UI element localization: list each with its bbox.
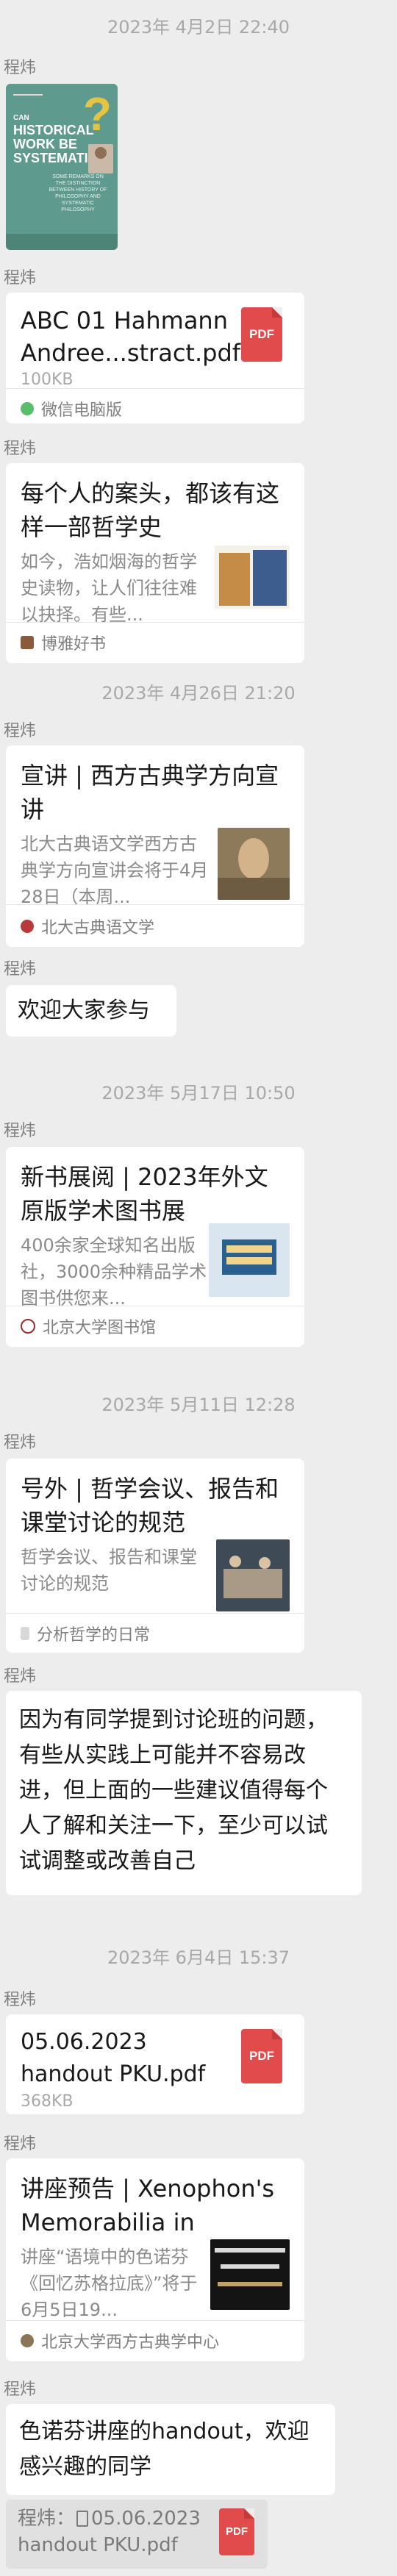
pdf-icon: PDF (241, 307, 282, 362)
text-message[interactable]: 欢迎大家参与 (6, 985, 176, 1037)
sender-name: 程炜 (4, 1991, 37, 2009)
article-source: 北京大学西方古典学中心 (21, 2329, 219, 2353)
poster-title-line: SYSTEMATIC (13, 151, 98, 165)
file-name: 05.06.2023 handout PKU.pdf (21, 2029, 206, 2087)
article-source: 分析哲学的日常 (21, 1622, 150, 1645)
publisher-icon (21, 920, 34, 933)
article-title: 每个人的案头，都该有这样一部哲学史 (21, 479, 280, 541)
timestamp: 2023年 4月2日 22:40 (107, 17, 290, 37)
timestamp: 2023年 5月11日 12:28 (101, 1395, 296, 1415)
wechat-icon (21, 402, 34, 415)
sender-name: 程炜 (4, 1667, 37, 1686)
article-thumbnail (218, 828, 290, 900)
article-card[interactable]: 每个人的案头，都该有这样一部哲学史 如今，浩如烟海的哲学史读物，让人们往往难以抉… (6, 463, 304, 663)
article-card[interactable]: 宣讲 | 西方古典学方向宣讲 北大古典语文学西方古典学方向宣讲会将于4月28日（… (6, 745, 304, 947)
timestamp: 2023年 6月4日 15:37 (107, 1947, 290, 1968)
article-source-label: 北京大学图书馆 (43, 1319, 157, 1337)
article-title: 宣讲 | 西方古典学方向宣讲 (21, 762, 279, 823)
sender-name: 程炜 (4, 269, 37, 287)
article-source: 北大古典语文学 (21, 915, 154, 938)
publisher-icon (21, 2334, 34, 2347)
quote-prefix: 程炜： (18, 2508, 76, 2530)
poster-title-line: HISTORICAL (13, 123, 94, 137)
sender-name: 程炜 (4, 2380, 37, 2399)
sender-name: 程炜 (4, 1434, 37, 1452)
article-desc: 如今，浩如烟海的哲学史读物，让人们往往难以抉择。有些... (21, 551, 197, 625)
text-message[interactable]: 色诺芬讲座的handout，欢迎感兴趣的同学 (6, 2404, 335, 2495)
divider (6, 2320, 304, 2321)
poster-image[interactable]: ? CAN HISTORICAL WORK BE SYSTEMATIC SOME… (6, 84, 118, 250)
timestamp: 2023年 5月17日 10:50 (101, 1083, 296, 1103)
chat-feed: 2023年 4月2日 22:40 程炜 ? CAN HISTORICAL WOR… (0, 0, 397, 2576)
divider (6, 622, 304, 623)
article-source-label: 博雅好书 (41, 635, 107, 654)
file-size: 100KB (21, 371, 74, 389)
article-thumbnail (210, 2239, 290, 2310)
timestamp: 2023年 4月26日 21:20 (101, 683, 296, 704)
divider (6, 388, 304, 389)
article-title: 新书展阅 | 2023年外文原版学术图书展 (21, 1163, 268, 1225)
doc-icon (76, 2511, 89, 2527)
text-message[interactable]: 因为有同学提到讨论班的问题，有些从实践上可能并不容易改进，但上面的一些建议值得每… (6, 1691, 362, 1895)
poster-title-line: CAN (13, 114, 29, 122)
file-message[interactable]: ABC 01 Hahmann Andree...stract.pdf 100KB… (6, 293, 304, 423)
poster-title-line: WORK BE (13, 137, 77, 151)
divider (6, 904, 304, 905)
article-source-label: 北大古典语文学 (41, 919, 155, 937)
file-source-label: 微信电脑版 (41, 401, 123, 420)
article-thumbnail (216, 1539, 290, 1611)
article-desc: 北大古典语文学西方古典学方向宣讲会将于4月28日（本周... (21, 834, 209, 907)
article-source: 北京大学图书馆 (21, 1314, 156, 1338)
publisher-icon (21, 1627, 29, 1640)
sender-name: 程炜 (4, 2135, 37, 2153)
article-thumbnail (215, 545, 290, 609)
article-desc: 讲座“语境中的色诺芬《回忆苏格拉底》”将于6月5日19... (21, 2247, 198, 2320)
file-name: ABC 01 Hahmann Andree...stract.pdf (21, 307, 241, 367)
article-card[interactable]: 讲座预告 | Xenophon's Memorabilia in Context… (6, 2158, 304, 2361)
article-source: 博雅好书 (21, 631, 106, 654)
file-message[interactable]: 05.06.2023 handout PKU.pdf 368KB PDF (6, 2014, 304, 2114)
divider (6, 1613, 304, 1614)
poster-subtitle: SOME REMARKS ON THE DISTINCTION BETWEEN … (49, 174, 107, 212)
sender-name: 程炜 (4, 59, 37, 77)
article-title: 号外 | 哲学会议、报告和课堂讨论的规范 (21, 1475, 279, 1536)
article-title: 讲座预告 | Xenophon's Memorabilia in Context… (21, 2175, 275, 2236)
article-card[interactable]: 号外 | 哲学会议、报告和课堂讨论的规范 哲学会议、报告和课堂讨论的规范 分析哲… (6, 1459, 304, 1653)
pdf-icon: PDF (219, 2508, 254, 2555)
sender-name: 程炜 (4, 440, 37, 458)
file-size: 368KB (21, 2092, 74, 2111)
article-desc: 400余家全球知名出版社，3000余种精品学术图书供您来... (21, 1235, 207, 1309)
library-logo-icon (21, 1319, 35, 1334)
sender-name: 程炜 (4, 722, 37, 740)
pdf-icon: PDF (241, 2029, 282, 2083)
poster-portrait (88, 144, 113, 173)
publisher-icon (21, 636, 34, 649)
quoted-reply[interactable]: 程炜： 05.06.2023 handout PKU.pdf PDF (6, 2500, 268, 2569)
article-source-label: 北京大学西方古典学中心 (41, 2333, 220, 2352)
article-card[interactable]: 新书展阅 | 2023年外文原版学术图书展 400余家全球知名出版社，3000余… (6, 1147, 304, 1347)
article-desc: 哲学会议、报告和课堂讨论的规范 (21, 1547, 197, 1594)
article-source-label: 分析哲学的日常 (37, 1626, 151, 1645)
sender-name: 程炜 (4, 960, 37, 978)
file-source: 微信电脑版 (21, 397, 122, 421)
article-thumbnail (209, 1223, 290, 1297)
sender-name: 程炜 (4, 1122, 37, 1140)
